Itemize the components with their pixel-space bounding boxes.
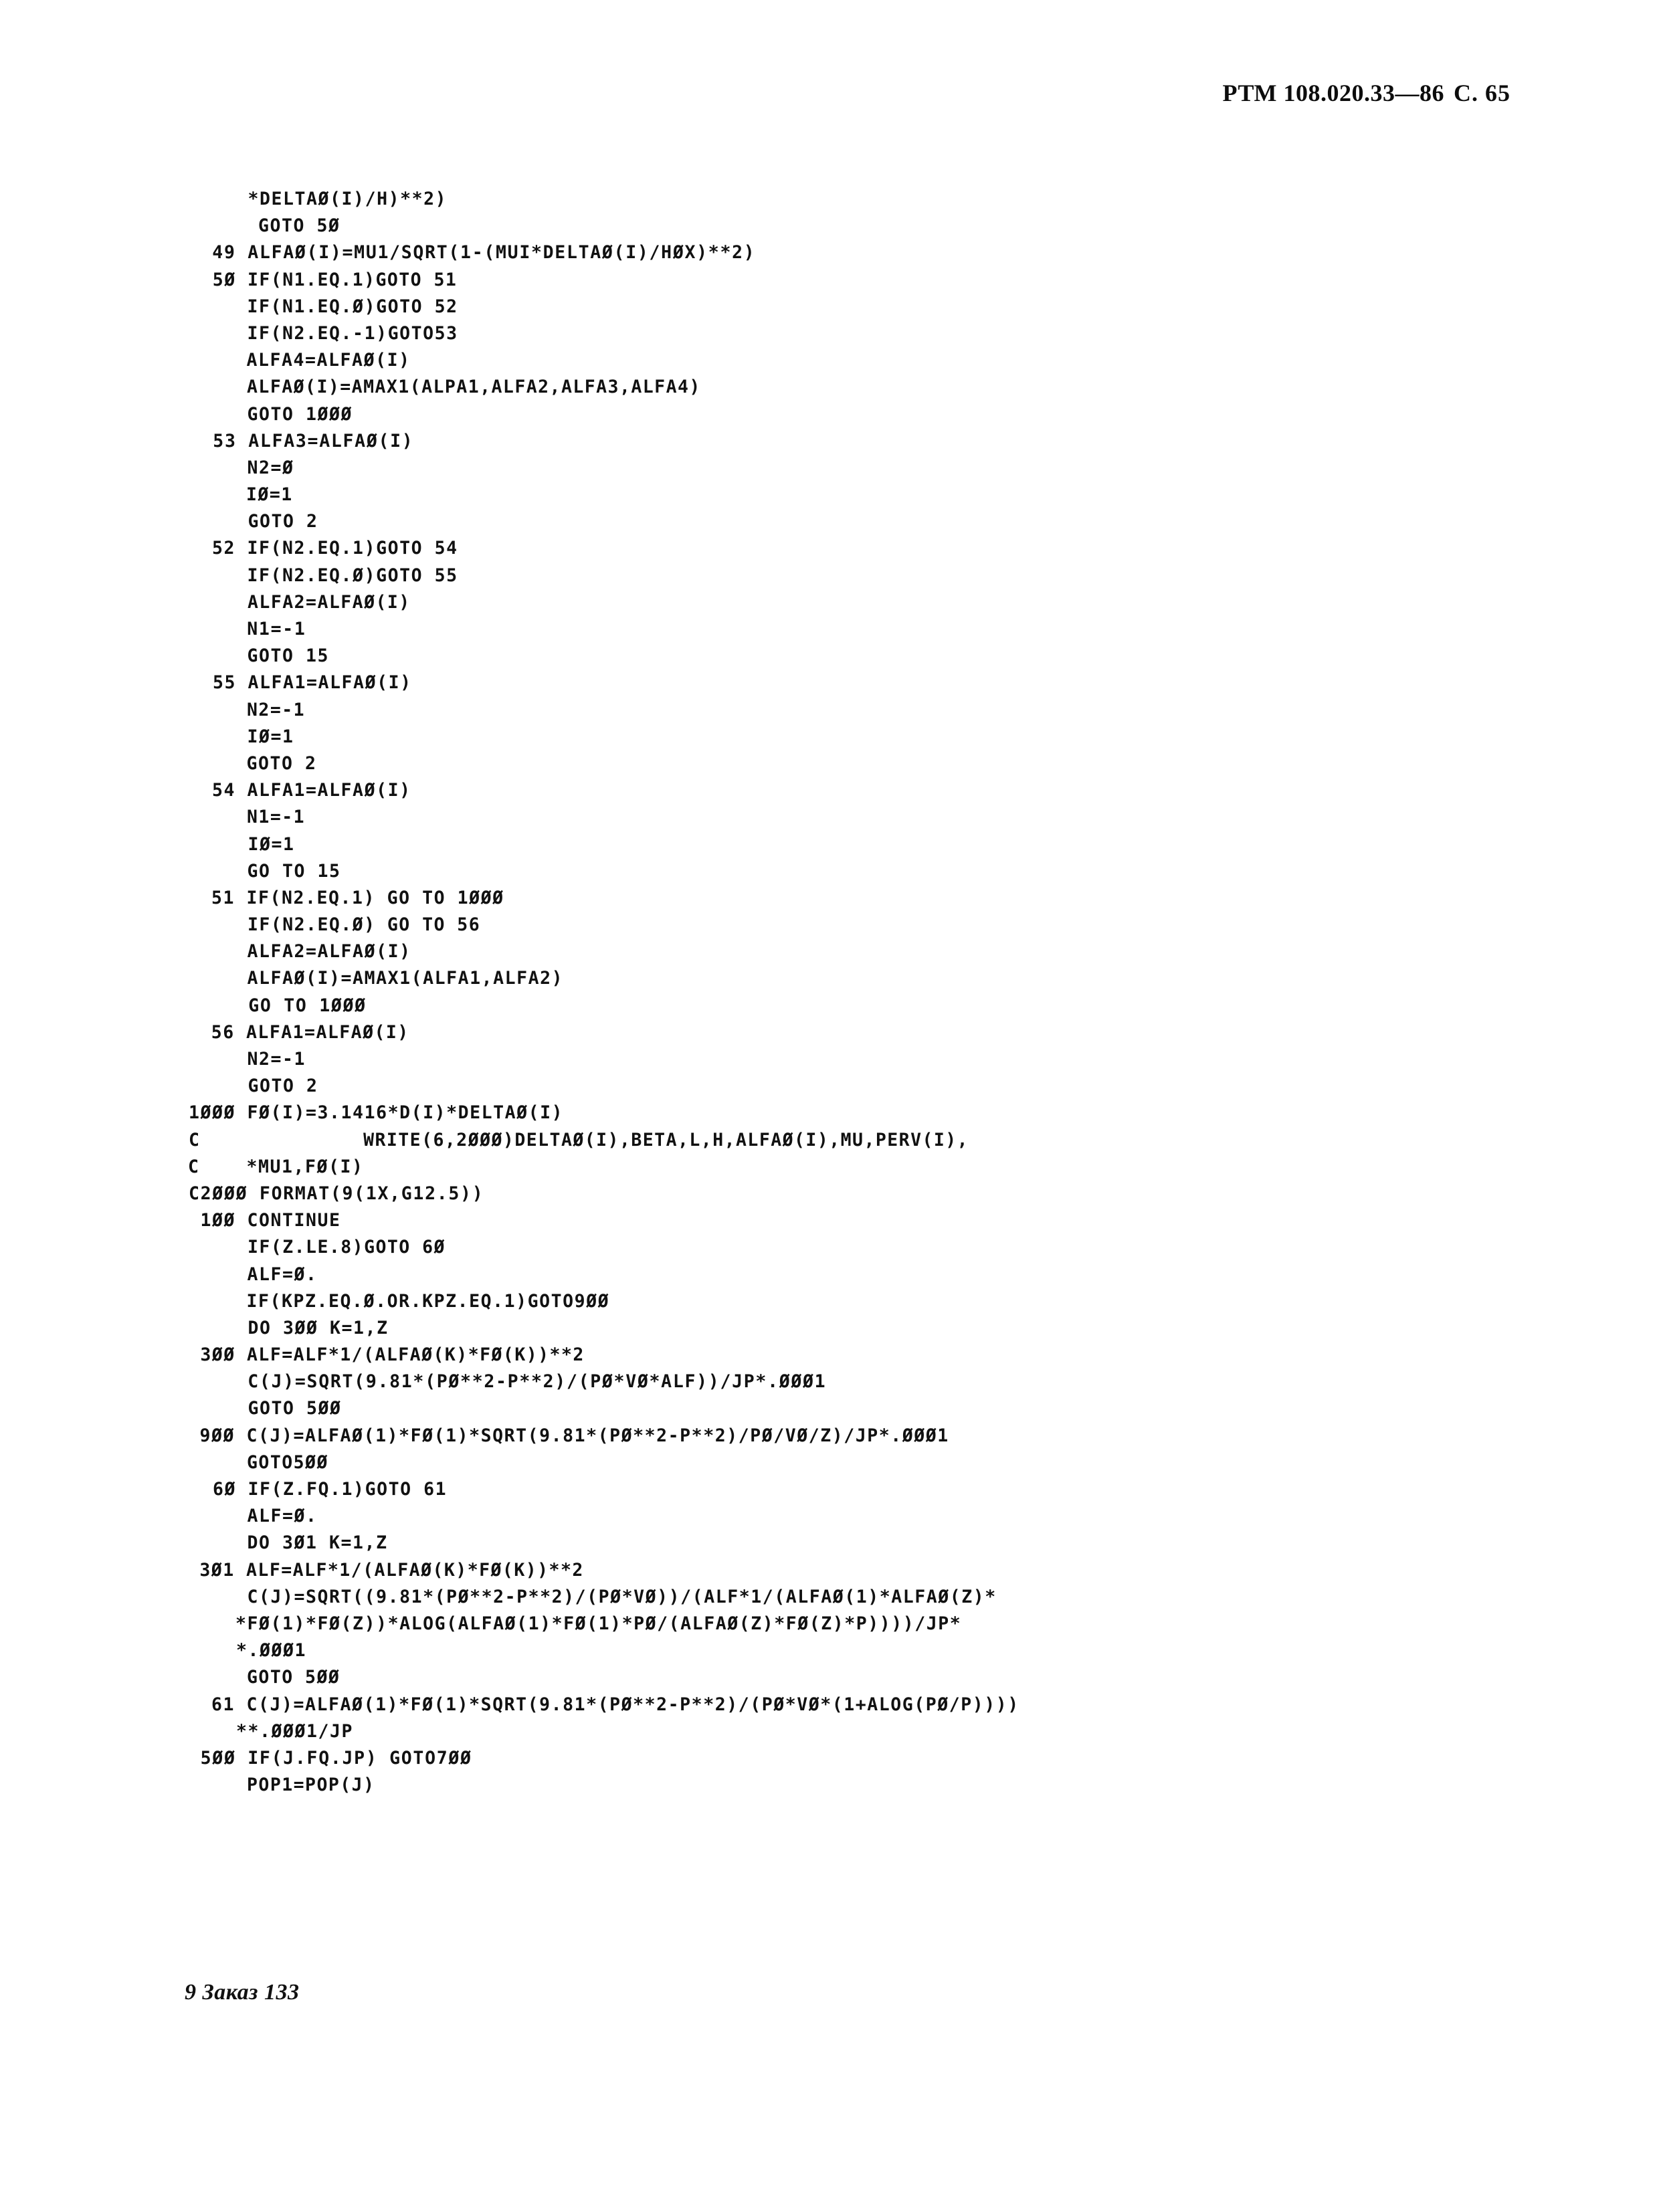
code-line: GOTO 5ØØ (189, 1398, 342, 1419)
code-line: IF(Z.LE.8)GOTO 6Ø (189, 1237, 446, 1258)
code-line: N1=-1 (188, 619, 306, 639)
code-line: N2=-1 (189, 699, 306, 720)
code-line: DO 3ØØ K=1,Z (189, 1317, 389, 1338)
code-line: GOTO 2 (189, 1076, 318, 1097)
page-footer: 9 Заказ 133 (185, 1980, 300, 2005)
code-line: DO 3Ø1 K=1,Z (189, 1532, 388, 1554)
code-line: 61 C(J)=ALFAØ(1)*FØ(1)*SQRT(9.81*(PØ**2-… (188, 1694, 1019, 1715)
code-line: GOTO 1ØØØ (189, 403, 353, 425)
code-line: 6Ø IF(Z.FQ.1)GOTO 61 (189, 1479, 448, 1500)
code-line: *DELTAØ(I)/H)**2) (189, 189, 448, 209)
code-line: N2=Ø (189, 457, 294, 478)
code-line: *FØ(1)*FØ(Z))*ALOG(ALFAØ(1)*FØ(1)*PØ/(AL… (189, 1613, 962, 1634)
code-line: IØ=1 (189, 833, 295, 855)
code-line: 54 ALFA1=ALFAØ(I) (189, 780, 411, 801)
code-line: 3ØØ ALF=ALF*1/(ALFAØ(K)*FØ(K))**2 (189, 1344, 585, 1366)
code-line: IØ=1 (188, 484, 293, 506)
code-line: 5Ø IF(N1.EQ.1)GOTO 51 (189, 269, 458, 290)
code-line: IF(N2.EQ.Ø) GO TO 56 (189, 914, 481, 936)
code-line: C(J)=SQRT((9.81*(PØ**2-P**2)/(PØ*VØ))/(A… (189, 1586, 997, 1607)
code-line: POP1=POP(J) (189, 1775, 375, 1796)
code-line: IF(KPZ.EQ.Ø.OR.KPZ.EQ.1)GOTO9ØØ (188, 1290, 610, 1312)
code-line: C *MU1,FØ(I) (188, 1156, 364, 1177)
code-line: ALFA2=ALFAØ(I) (189, 941, 411, 963)
code-line: GOTO 2 (188, 752, 317, 774)
code-line: 1ØØ CONTINUE (189, 1210, 341, 1231)
document-number: РТМ 108.020.33—86 (1222, 80, 1444, 106)
code-line: ALFA4=ALFAØ(I) (188, 350, 411, 371)
code-line: C WRITE(6,2ØØØ)DELTAØ(I),BETA,L,H,ALFAØ(… (189, 1129, 969, 1150)
code-line: IF(N2.EQ.Ø)GOTO 55 (189, 565, 458, 586)
code-line: 55 ALFA1=ALFAØ(I) (189, 672, 412, 694)
code-line: GOTO 2 (189, 511, 318, 532)
code-line: *.ØØØ1 (189, 1640, 307, 1662)
code-line: GO TO 1ØØØ (189, 995, 367, 1016)
fortran-code-listing: *DELTAØ(I)/H)**2) GOTO 5Ø 49 ALFAØ(I)=MU… (188, 186, 1527, 1799)
code-line: IF(N2.EQ.-1)GOTO53 (189, 322, 458, 344)
code-line: 52 IF(N2.EQ.1)GOTO 54 (189, 538, 458, 559)
code-line: N2=-1 (189, 1049, 306, 1070)
code-line: 5ØØ IF(J.FQ.JP) GOTO7ØØ (189, 1747, 472, 1769)
code-line: C2ØØØ FORMAT(9(1X,G12.5)) (189, 1183, 484, 1204)
page-number: С. 65 (1454, 80, 1510, 106)
code-line: GOTO 5ØØ (189, 1667, 340, 1688)
code-line: C(J)=SQRT(9.81*(PØ**2-P**2)/(PØ*VØ*ALF))… (189, 1371, 827, 1393)
code-line: IF(N1.EQ.Ø)GOTO 52 (189, 296, 458, 317)
code-line: 1ØØØ FØ(I)=3.1416*D(I)*DELTAØ(I) (189, 1102, 564, 1124)
code-line: ALFA2=ALFAØ(I) (189, 591, 411, 613)
document-page: РТМ 108.020.33—86 С. 65 *DELTAØ(I)/H)**2)… (0, 0, 1659, 2212)
code-line: 3Ø1 ALF=ALF*1/(ALFAØ(K)*FØ(K))**2 (188, 1559, 584, 1581)
code-line: 51 IF(N2.EQ.1) GO TO 1ØØØ (188, 887, 504, 908)
code-line: **.ØØØ1/JP (189, 1720, 354, 1742)
code-line: ALF=Ø. (189, 1264, 318, 1285)
code-line: 56 ALFA1=ALFAØ(I) (188, 1021, 409, 1043)
code-line: 53 ALFA3=ALFAØ(I) (189, 430, 414, 451)
code-line: 49 ALFAØ(I)=MU1/SQRT(1-(MUI*DELTAØ(I)/HØ… (189, 242, 756, 264)
code-line: GOTO 15 (189, 645, 330, 667)
code-line: ALFAØ(I)=AMAX1(ALPA1,ALFA2,ALFA3,ALFA4) (189, 377, 701, 398)
code-line: GOTO 5Ø (188, 215, 340, 237)
page-header: РТМ 108.020.33—86 С. 65 (1223, 79, 1510, 107)
code-line: IØ=1 (189, 726, 294, 747)
code-line: ALFAØ(I)=AMAX1(ALFA1,ALFA2) (189, 968, 564, 989)
code-line: 9ØØ C(J)=ALFAØ(1)*FØ(1)*SQRT(9.81*(PØ**2… (188, 1425, 949, 1446)
code-line: N1=-1 (189, 807, 306, 828)
code-line: GOTO5ØØ (189, 1451, 328, 1473)
code-line: GO TO 15 (189, 860, 341, 882)
code-line: ALF=Ø. (189, 1506, 318, 1527)
